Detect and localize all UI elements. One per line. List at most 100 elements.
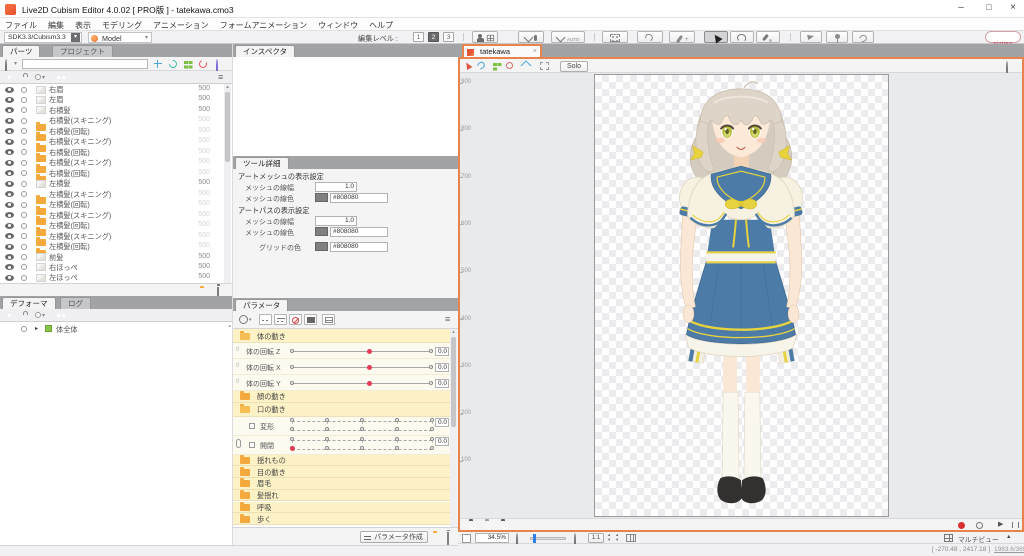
edit-target-circle[interactable] — [21, 274, 27, 281]
visibility-eye-icon[interactable] — [5, 86, 14, 93]
edit-target-circle[interactable] — [21, 180, 27, 187]
part-row[interactable]: 右横髪(スキニング) 500 — [0, 115, 224, 131]
parameter-slider-row[interactable]: 0 体の回転 Z 0.0 — [233, 343, 450, 359]
spin-up-down[interactable]: ▴ ▾ — [608, 532, 610, 542]
edit-target-circle[interactable] — [21, 107, 27, 114]
edit-target-circle[interactable] — [21, 138, 27, 145]
part-row[interactable]: 左横髪(回転) 500 — [0, 199, 224, 215]
part-row[interactable]: 右横髪(回転) 500 — [0, 168, 224, 184]
edit-level-2[interactable]: 2 — [428, 32, 439, 42]
chevron-down-icon[interactable]: ▾ — [14, 60, 17, 67]
visibility-eye-icon[interactable] — [5, 170, 14, 177]
part-row[interactable]: 右横髪(回転) 500 — [0, 147, 224, 163]
slider-track[interactable] — [292, 382, 432, 384]
sdk-version-select[interactable]: SDK3.3/Cubism3.3 ▾ — [4, 32, 82, 43]
visibility-eye-icon[interactable] — [5, 96, 14, 103]
grid-point[interactable] — [289, 418, 294, 423]
frame-counter[interactable]: 1983.6/3652 — [994, 546, 1024, 553]
visibility-eye-icon[interactable] — [5, 191, 14, 198]
edit-target-circle[interactable] — [21, 149, 27, 156]
slider-track[interactable] — [292, 366, 432, 368]
tab-tool-detail[interactable]: ツール詳細 — [235, 157, 289, 169]
mode-select[interactable]: Model ▾ — [88, 32, 152, 43]
edit-target-circle[interactable] — [21, 233, 27, 240]
grid-point[interactable] — [324, 418, 329, 423]
grid-point[interactable] — [359, 437, 364, 442]
tab-parameter[interactable]: パラメータ — [235, 299, 289, 311]
grid-point[interactable] — [429, 446, 434, 451]
mesh-line-color-swatch[interactable] — [315, 193, 328, 202]
mesh-edit-manual-button[interactable] — [518, 31, 544, 43]
part-row[interactable]: 左眉 500 — [0, 94, 224, 104]
visibility-eye-icon[interactable] — [5, 180, 14, 187]
slider-end-handle[interactable] — [429, 364, 433, 369]
expand-arrow-icon[interactable]: ▸ — [35, 325, 38, 332]
tab-inspector[interactable]: インスペクタ — [235, 45, 296, 57]
part-row[interactable]: 右眉 500 — [0, 84, 224, 94]
visibility-eye-icon[interactable] — [5, 149, 14, 156]
pin-tool-button[interactable] — [826, 31, 848, 43]
visibility-eye-icon[interactable] — [5, 138, 14, 145]
folder-icon[interactable] — [240, 478, 250, 488]
visibility-eye-icon[interactable] — [5, 159, 14, 166]
grid-point[interactable] — [359, 418, 364, 423]
path-line-color-swatch[interactable] — [315, 227, 328, 236]
maximize-button[interactable]: □ — [976, 2, 1002, 16]
edit-target-circle[interactable] — [21, 86, 27, 93]
part-row[interactable]: 前髪 500 — [0, 252, 224, 262]
link-select-icon[interactable] — [154, 60, 162, 68]
arrow-select-tool-button[interactable] — [704, 31, 728, 44]
edit-target-circle[interactable] — [21, 191, 27, 198]
visibility-eye-icon[interactable] — [5, 117, 14, 124]
part-row[interactable]: 左横髪(回転) 500 — [0, 220, 224, 236]
lasso-mesh-button[interactable] — [637, 31, 663, 43]
grid-point[interactable] — [394, 427, 399, 432]
no-highlight-icon[interactable] — [506, 62, 513, 69]
multiview-expand-icon[interactable]: ▲ — [1006, 534, 1011, 540]
deformer-row[interactable]: ▸ 体全体 — [0, 323, 232, 334]
edit-target-circle[interactable] — [21, 254, 27, 261]
close-button[interactable]: × — [1002, 2, 1024, 16]
edit-target-circle-icon[interactable] — [35, 74, 41, 80]
visibility-eye-icon[interactable] — [5, 107, 14, 114]
part-row[interactable]: 左横髪(スキニング) 500 — [0, 210, 224, 226]
spin-up-down[interactable]: ▴ ▾ — [616, 532, 618, 542]
mesh-line-color-input[interactable]: #808080 — [330, 192, 388, 203]
slider-end-handle[interactable] — [429, 348, 433, 353]
parameter-value[interactable]: 0.0 — [435, 437, 449, 447]
parameter-group-12[interactable]: 呼吸 — [233, 501, 450, 514]
lasso-select-tool-button[interactable] — [730, 31, 754, 43]
parameter-group-0[interactable]: 体の動き — [233, 329, 450, 343]
parameter-group-8[interactable]: 揺れもの — [233, 454, 450, 467]
visibility-eye-icon[interactable] — [5, 264, 14, 271]
grid-point[interactable] — [289, 437, 294, 442]
folder-icon[interactable] — [240, 466, 250, 476]
slider-end-handle[interactable] — [290, 380, 294, 385]
combine-params-icon[interactable] — [239, 315, 248, 324]
character-model[interactable] — [595, 75, 888, 516]
edit-level-3[interactable]: 3 — [443, 32, 454, 42]
monitor-button[interactable] — [304, 314, 317, 325]
parameter-group-13[interactable]: 歩く — [233, 513, 450, 525]
visibility-eye-icon[interactable] — [5, 222, 14, 229]
curve-tool-icon[interactable] — [475, 60, 487, 71]
canvas-viewport[interactable]: 900 800 700 600 500 400 300 200 100 — [460, 73, 1022, 518]
parameter-grid-row[interactable]: 開閉 0.0 — [233, 435, 450, 455]
edit-target-circle[interactable] — [21, 243, 27, 250]
brush-select-tool-button[interactable] — [756, 31, 780, 43]
part-row[interactable]: 右横髪(スキニング) 500 — [0, 157, 224, 173]
link-params-icon[interactable] — [236, 438, 241, 448]
scroll-up-icon[interactable]: ▴ — [224, 84, 231, 90]
edit-target-circle[interactable] — [21, 212, 27, 219]
parameter-group-11[interactable]: 髪揺れ — [233, 489, 450, 502]
grid-point[interactable] — [359, 446, 364, 451]
folder-icon[interactable] — [240, 404, 250, 414]
scroll-up-icon[interactable]: ▴ — [450, 329, 457, 335]
edit-target-circle[interactable] — [21, 96, 27, 103]
panel-display-button[interactable] — [322, 314, 335, 325]
edit-target-circle[interactable] — [21, 325, 27, 332]
grid-point[interactable] — [324, 437, 329, 442]
grid-point[interactable] — [429, 418, 434, 423]
slider-value-dot[interactable] — [366, 380, 372, 386]
slider-track[interactable] — [292, 350, 432, 352]
